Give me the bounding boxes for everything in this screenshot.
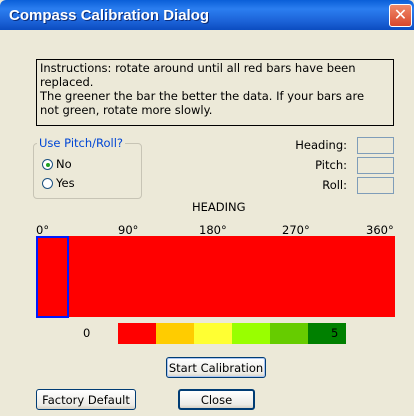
factory-default-button[interactable]: Factory Default <box>36 389 136 410</box>
roll-readout-field <box>357 177 394 194</box>
instructions-line: replaced. <box>40 75 94 89</box>
start-calibration-button[interactable]: Start Calibration <box>166 357 266 378</box>
radio-no-indicator[interactable] <box>42 158 53 170</box>
current-heading-cursor <box>36 236 69 318</box>
title-bar: Compass Calibration Dialog ✕ <box>0 0 414 30</box>
pitch-readout-field <box>357 157 394 174</box>
heading-tick-90: 90° <box>118 223 139 237</box>
heading-chart-title: HEADING <box>192 200 246 214</box>
heading-tick-270: 270° <box>282 223 310 237</box>
quality-color-scale <box>118 323 346 344</box>
instructions-line: The greener the bar the better the data.… <box>40 89 365 103</box>
quality-min-label: 0 <box>83 326 91 340</box>
instructions-line: not green, rotate more slowly. <box>40 103 213 117</box>
close-button[interactable]: Close <box>178 389 255 410</box>
pitch-readout-label: Pitch: <box>315 158 347 172</box>
radio-no-label: No <box>56 157 72 171</box>
radio-yes-indicator[interactable] <box>42 177 53 189</box>
roll-readout-label: Roll: <box>322 178 347 192</box>
quality-swatch-5 <box>308 323 346 344</box>
quality-swatch-0 <box>118 323 156 344</box>
quality-swatch-4 <box>270 323 308 344</box>
close-icon[interactable]: ✕ <box>389 4 412 27</box>
radio-no[interactable]: No <box>42 157 72 171</box>
window-title: Compass Calibration Dialog <box>9 7 210 24</box>
heading-tick-180: 180° <box>199 223 227 237</box>
pitch-roll-group <box>33 143 142 199</box>
heading-readout-label: Heading: <box>295 138 347 152</box>
quality-swatch-2 <box>194 323 232 344</box>
pitch-roll-label: Use Pitch/Roll? <box>37 136 126 150</box>
heading-tick-360: 360° <box>366 223 394 237</box>
heading-readout-field <box>357 137 394 154</box>
compass-calibration-dialog: Compass Calibration Dialog ✕ Instruction… <box>0 0 414 416</box>
instructions-box: Instructions: rotate around until all re… <box>36 59 394 126</box>
instructions-line: Instructions: rotate around until all re… <box>40 61 356 75</box>
radio-yes-label: Yes <box>56 176 75 190</box>
quality-swatch-3 <box>232 323 270 344</box>
heading-coverage-bar <box>36 236 395 317</box>
heading-tick-0: 0° <box>36 223 50 237</box>
quality-swatch-1 <box>156 323 194 344</box>
quality-max-label: 5 <box>331 326 339 340</box>
radio-yes[interactable]: Yes <box>42 176 75 190</box>
